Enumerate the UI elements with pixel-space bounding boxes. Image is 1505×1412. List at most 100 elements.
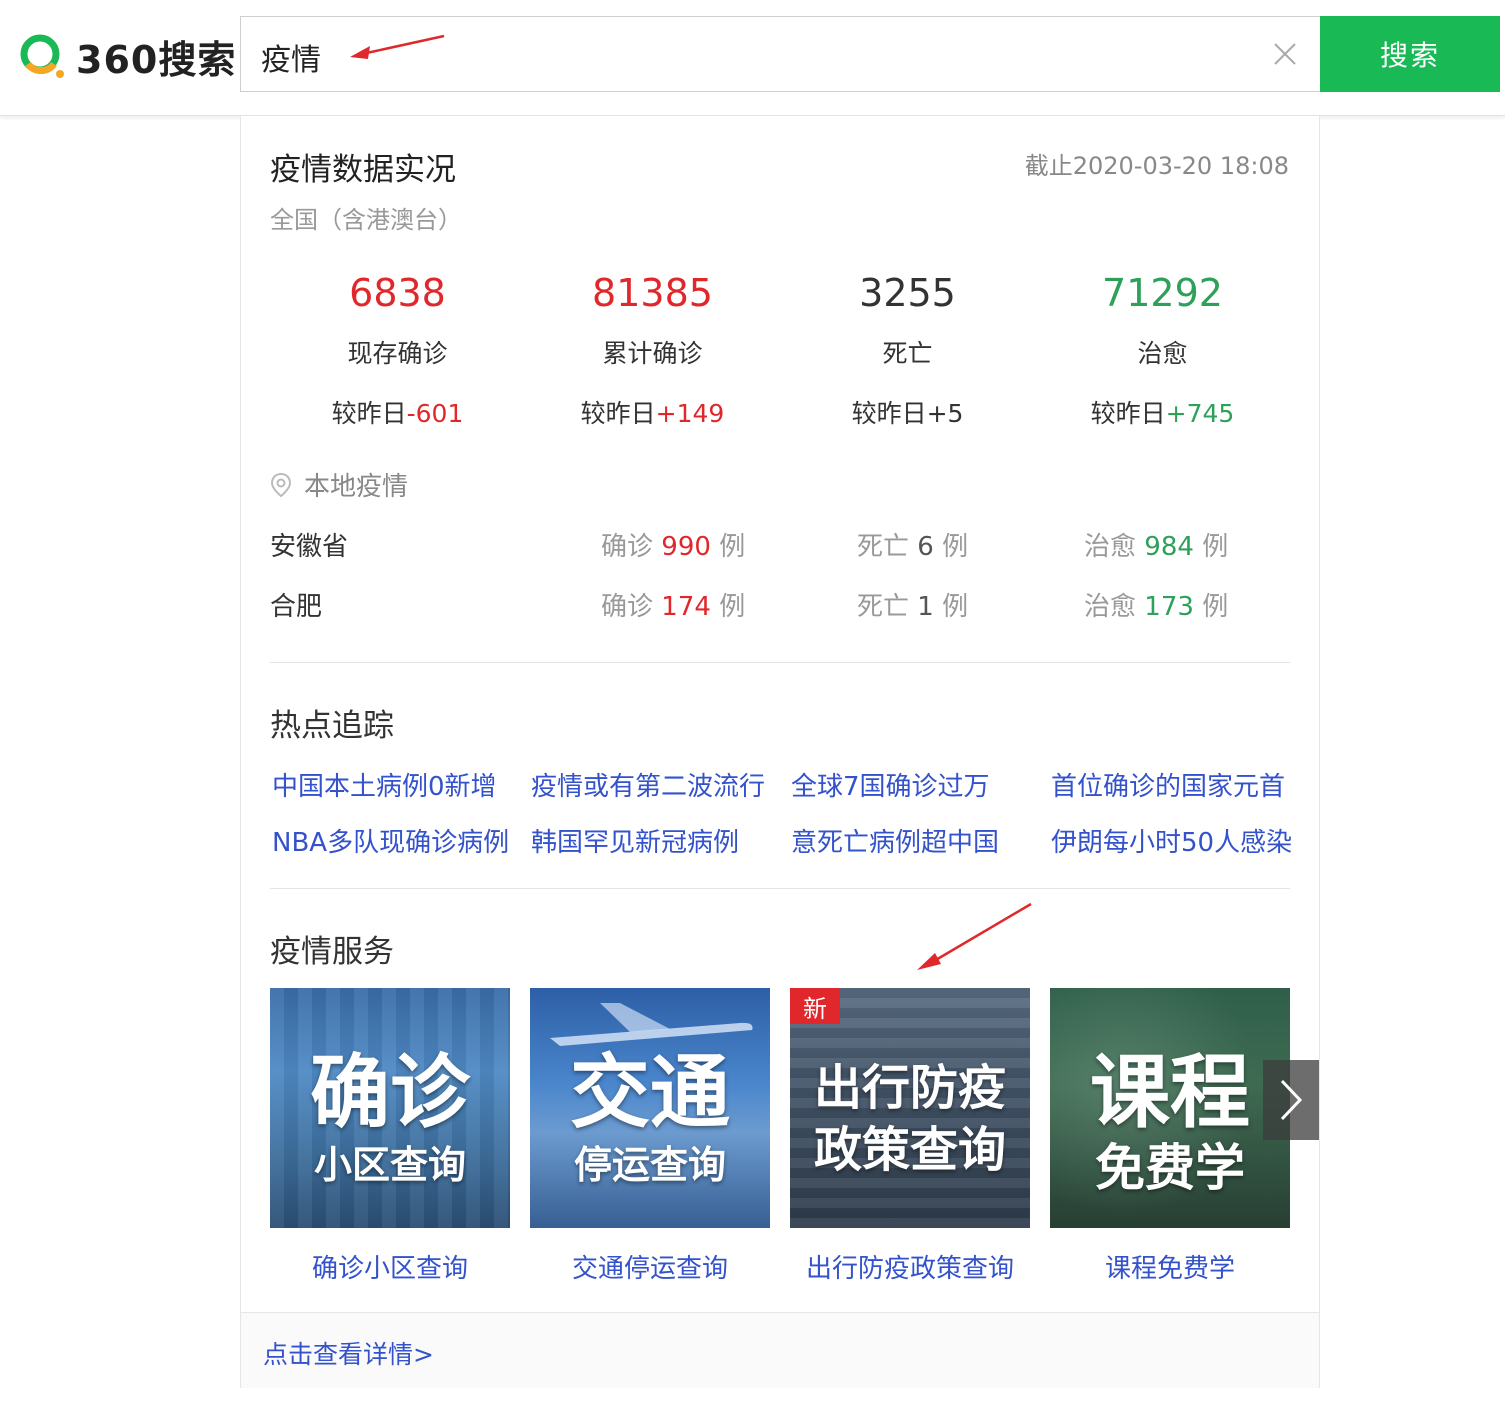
hot-link[interactable]: 中国本土病例0新增: [272, 766, 497, 803]
stat-delta: 较昨日+745: [1035, 394, 1290, 430]
service-caption[interactable]: 交通停运查询: [530, 1248, 770, 1285]
hot-link[interactable]: 韩国罕见新冠病例: [531, 822, 739, 859]
view-details-link[interactable]: 点击查看详情>: [263, 1335, 434, 1371]
confirmed-label: 确诊: [601, 592, 654, 622]
hot-link[interactable]: 意死亡病例超中国: [791, 822, 999, 859]
confirmed-cell: 确诊 174 例: [601, 586, 745, 623]
service-traffic[interactable]: 交通 停运查询 交通停运查询: [530, 988, 770, 1285]
clear-icon[interactable]: [1270, 39, 1300, 69]
region-name: 合肥: [270, 592, 323, 622]
local-title-text: 本地疫情: [304, 472, 409, 502]
hot-link[interactable]: 伊朗每小时50人感染: [1051, 822, 1292, 859]
thumbnail-small-text: 免费学: [1095, 1139, 1245, 1197]
stat-value: 81385: [592, 271, 713, 315]
section-divider: [270, 662, 1290, 663]
local-row-city: 合肥 确诊 174 例 死亡 1 例 治愈 173 例: [270, 586, 1290, 626]
confirmed-value: 174: [661, 592, 711, 622]
thumbnail-big-text: 确诊: [310, 1046, 470, 1139]
logo-icon: [20, 34, 64, 78]
unit-label: 例: [942, 532, 969, 562]
death-cell: 死亡 1 例: [857, 586, 968, 623]
service-caption[interactable]: 课程免费学: [1050, 1248, 1290, 1285]
stat-value: 71292: [1102, 271, 1223, 315]
cured-cell: 治愈 984 例: [1084, 526, 1228, 563]
confirmed-cell: 确诊 990 例: [601, 526, 745, 563]
stat-value: 6838: [349, 271, 446, 315]
carousel-next-button[interactable]: [1263, 1060, 1319, 1140]
unit-label: 例: [719, 592, 746, 622]
cured-label: 治愈: [1084, 532, 1137, 562]
stat-current-confirmed: 6838 现存确诊 较昨日-601: [270, 268, 525, 430]
stat-total-confirmed: 81385 累计确诊 较昨日+149: [525, 268, 780, 430]
local-row-province: 安徽省 确诊 990 例 死亡 6 例 治愈 984 例: [270, 526, 1290, 566]
stat-cured: 71292 治愈 较昨日+745: [1035, 268, 1290, 430]
death-label: 死亡: [857, 592, 910, 622]
service-thumbnail[interactable]: 课程 免费学: [1050, 988, 1290, 1228]
unit-label: 例: [719, 532, 746, 562]
thumbnail-big-text: 交通: [570, 1046, 730, 1139]
thumbnail-big-text: 课程: [1090, 1046, 1250, 1139]
delta-value: -601: [406, 399, 464, 428]
unit-label: 例: [1202, 532, 1229, 562]
death-label: 死亡: [857, 532, 910, 562]
delta-prefix: 较昨日: [331, 399, 407, 428]
delta-prefix: 较昨日: [580, 399, 656, 428]
unit-label: 例: [1202, 592, 1229, 622]
service-thumbnail[interactable]: 新 出行防疫 政策查询: [790, 988, 1030, 1228]
logo-text: 360搜索: [76, 37, 237, 82]
stat-label: 死亡: [882, 339, 933, 368]
hot-link[interactable]: 全球7国确诊过万: [791, 766, 990, 803]
delta-value: +5: [926, 399, 964, 428]
stat-label: 治愈: [1137, 339, 1188, 368]
cured-value: 984: [1144, 532, 1194, 562]
death-value: 1: [917, 592, 934, 622]
search-input[interactable]: 疫情: [261, 35, 321, 79]
death-value: 6: [917, 532, 934, 562]
confirmed-label: 确诊: [601, 532, 654, 562]
service-travel-policy[interactable]: 新 出行防疫 政策查询 出行防疫政策查询: [790, 988, 1030, 1285]
death-cell: 死亡 6 例: [857, 526, 968, 563]
delta-value: +745: [1165, 399, 1235, 428]
service-thumbnail[interactable]: 交通 停运查询: [530, 988, 770, 1228]
unit-label: 例: [942, 592, 969, 622]
service-caption[interactable]: 确诊小区查询: [270, 1248, 510, 1285]
delta-value: +149: [655, 399, 725, 428]
stat-label: 累计确诊: [602, 339, 703, 368]
hot-link[interactable]: 首位确诊的国家元首: [1051, 766, 1285, 803]
thumbnail-small-text: 小区查询: [313, 1143, 466, 1187]
thumbnail-big-text: 出行防疫: [813, 1060, 1006, 1116]
service-caption[interactable]: 出行防疫政策查询: [790, 1248, 1030, 1285]
stat-delta: 较昨日+149: [525, 394, 780, 430]
region-name: 安徽省: [270, 532, 349, 562]
stat-deaths: 3255 死亡 较昨日+5: [780, 268, 1035, 430]
hot-link[interactable]: 疫情或有第二波流行: [531, 766, 765, 803]
delta-prefix: 较昨日: [851, 399, 927, 428]
search-button[interactable]: 搜索: [1320, 16, 1500, 92]
card-title: 疫情数据实况: [270, 152, 456, 188]
stat-label: 现存确诊: [347, 339, 448, 368]
cured-label: 治愈: [1084, 592, 1137, 622]
stat-value: 3255: [859, 271, 956, 315]
epidemic-card: 疫情数据实况 截止2020-03-20 18:08 全国（含港澳台） 6838 …: [240, 116, 1320, 1388]
annotation-arrow-icon: [350, 34, 445, 59]
card-footer: 点击查看详情>: [241, 1312, 1319, 1388]
hot-section-title: 热点追踪: [270, 708, 394, 744]
logo[interactable]: 360搜索: [20, 34, 236, 82]
national-stats: 6838 现存确诊 较昨日-601 81385 累计确诊 较昨日+149 325…: [270, 268, 1290, 428]
cured-value: 173: [1144, 592, 1194, 622]
hot-link[interactable]: NBA多队现确诊病例: [272, 822, 509, 859]
update-time: 截止2020-03-20 18:08: [1024, 152, 1289, 180]
location-pin-icon: [270, 472, 292, 497]
service-free-courses[interactable]: 课程 免费学 课程免费学: [1050, 988, 1290, 1285]
scope-label: 全国（含港澳台）: [270, 206, 462, 234]
new-badge: 新: [790, 988, 840, 1024]
service-confirmed-community[interactable]: 确诊 小区查询 确诊小区查询: [270, 988, 510, 1285]
confirmed-value: 990: [661, 532, 711, 562]
local-section-title: 本地疫情: [270, 466, 408, 503]
thumbnail-small-text: 停运查询: [573, 1143, 726, 1187]
services-section-title: 疫情服务: [270, 934, 394, 970]
annotation-arrow-icon: [917, 902, 1032, 970]
stat-delta: 较昨日-601: [270, 394, 525, 430]
service-thumbnail[interactable]: 确诊 小区查询: [270, 988, 510, 1228]
section-divider: [270, 888, 1290, 889]
